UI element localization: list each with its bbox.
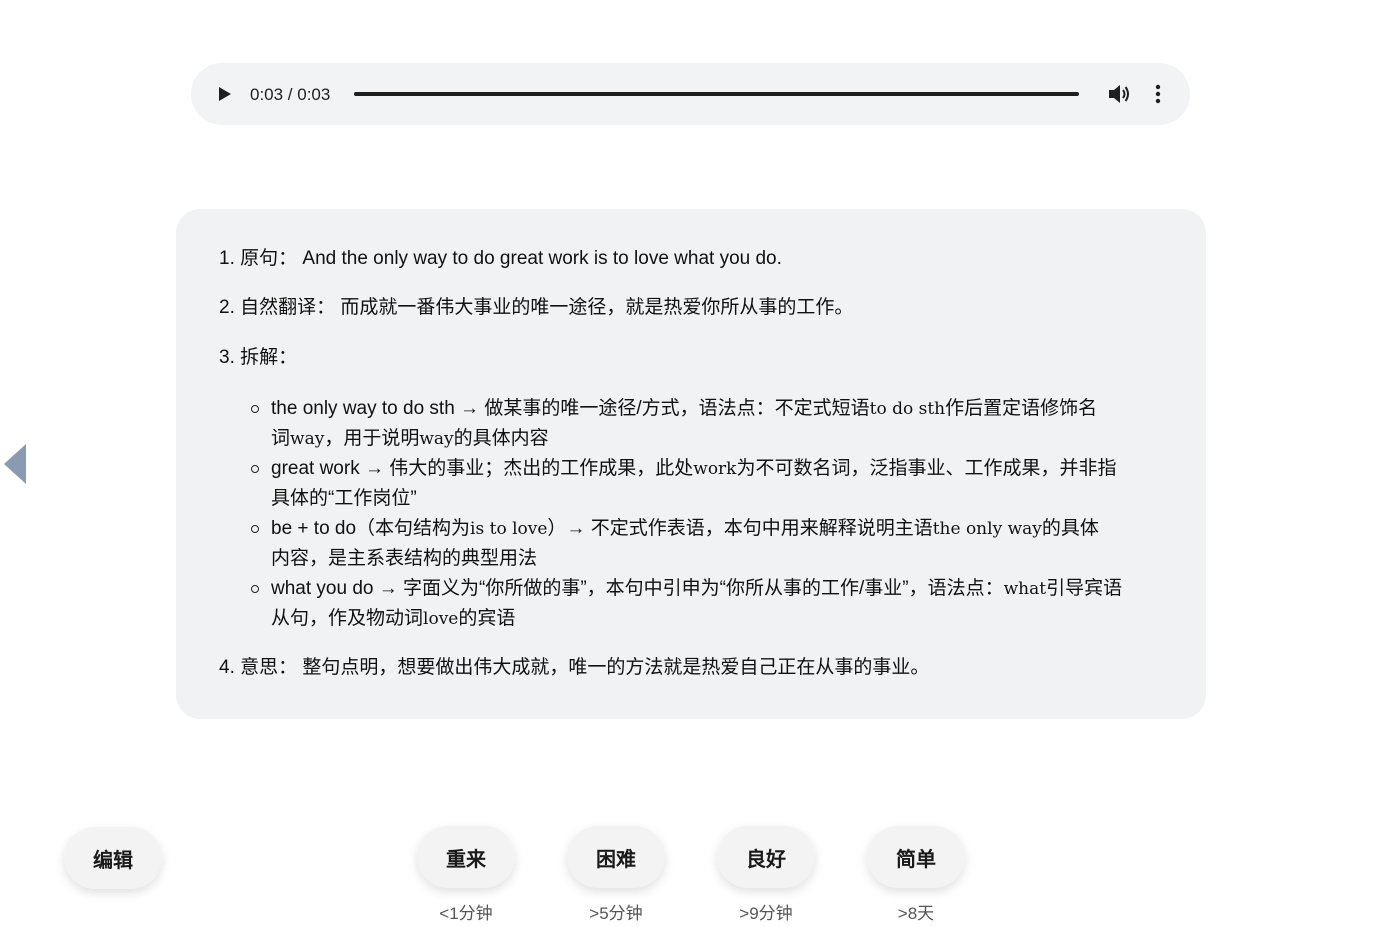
text-segment: ）→ 不定式作表语，本句中用来解释说明主语 [547, 518, 933, 539]
text-segment: 作后置定语修饰名 [945, 398, 1098, 419]
item-label: 2. 自然翻译： [219, 297, 336, 318]
text-segment: the only way to do sth → 做某事的唯一途径/方式，语法点… [271, 398, 870, 419]
item-original-sentence: 1. 原句： And the only way to do great work… [219, 244, 782, 274]
item-text: 而成就一番伟大事业的唯一途径，就是热爱你所从事的工作。 [340, 297, 854, 318]
text-segment: 内容，是主系表结构的典型用法 [271, 548, 538, 569]
text-segment: 的宾语 [458, 608, 516, 629]
volume-icon[interactable] [1107, 83, 1131, 105]
text-segment: great work → 伟大的事业；杰出的工作成果，此处 [271, 458, 694, 479]
code-segment: what [1003, 579, 1047, 599]
more-vert-icon[interactable] [1152, 83, 1164, 105]
easy-button[interactable]: 简单 [867, 826, 965, 888]
item-translation: 2. 自然翻译： 而成就一番伟大事业的唯一途径，就是热爱你所从事的工作。 [219, 293, 853, 323]
good-interval: >9分钟 [739, 904, 793, 923]
bullet-circle-icon [251, 465, 259, 473]
list-item: what you do → 字面义为“你所做的事”，本句中引申为“你所从事的工作… [251, 574, 1181, 634]
text-segment: what you do → 字面义为“你所做的事”，本句中引申为“你所从事的工作… [271, 578, 1004, 599]
text-segment: 具体的“工作岗位” [271, 488, 417, 509]
list-item: be + to do（本句结构为is to love）→ 不定式作表语，本句中用… [251, 514, 1181, 574]
easy-interval: >8天 [897, 904, 935, 923]
breakdown-list: the only way to do sth → 做某事的唯一途径/方式，语法点… [251, 394, 1181, 634]
hard-interval: >5分钟 [589, 904, 643, 923]
time-display: 0:03 / 0:03 [250, 85, 331, 104]
item-meaning: 4. 意思： 整句点明，想要做出伟大成就，唯一的方法就是热爱自己正在从事的事业。 [219, 653, 929, 683]
item-label: 3. 拆解： [219, 347, 298, 368]
explanation-card: 1. 原句： And the only way to do great work… [176, 209, 1206, 719]
hard-button[interactable]: 困难 [567, 826, 665, 888]
audio-player: 0:03 / 0:03 [191, 63, 1190, 125]
code-segment: way [419, 429, 454, 449]
text-segment: 的具体内容 [453, 428, 549, 449]
edit-button[interactable]: 编辑 [64, 827, 162, 889]
text-segment: 从句，作及物动词 [271, 608, 424, 629]
text-segment: ，用于说明 [324, 428, 420, 449]
text-segment: 引导宾语 [1046, 578, 1123, 599]
text-segment: 词 [271, 428, 291, 449]
code-segment: to do sth [869, 399, 946, 419]
bullet-circle-icon [251, 525, 259, 533]
code-segment: love [423, 609, 459, 629]
text-segment: be + to do（本句结构为 [271, 518, 471, 539]
previous-arrow-icon[interactable] [4, 444, 26, 484]
item-text: And the only way to do great work is to … [302, 248, 782, 269]
bullet-circle-icon [251, 585, 259, 593]
list-item: great work → 伟大的事业；杰出的工作成果，此处work为不可数名词，… [251, 454, 1181, 514]
code-segment: way [290, 429, 325, 449]
progress-bar[interactable] [354, 92, 1079, 96]
code-segment: work [693, 459, 737, 479]
text-segment: 的具体 [1041, 518, 1099, 539]
again-button[interactable]: 重来 [417, 826, 515, 888]
progress-fill [354, 92, 1079, 96]
code-segment: is to love [470, 519, 548, 539]
item-label: 4. 意思： [219, 657, 298, 678]
play-icon[interactable] [219, 87, 231, 101]
item-text: 整句点明，想要做出伟大成就，唯一的方法就是热爱自己正在从事的事业。 [302, 657, 930, 678]
text-segment: 为不可数名词，泛指事业、工作成果，并非指 [736, 458, 1117, 479]
again-interval: <1分钟 [439, 904, 493, 923]
bullet-circle-icon [251, 405, 259, 413]
item-label: 1. 原句： [219, 248, 298, 269]
code-segment: the only way [932, 519, 1042, 539]
item-breakdown: 3. 拆解： [219, 343, 297, 373]
good-button[interactable]: 良好 [717, 826, 815, 888]
list-item: the only way to do sth → 做某事的唯一途径/方式，语法点… [251, 394, 1181, 454]
